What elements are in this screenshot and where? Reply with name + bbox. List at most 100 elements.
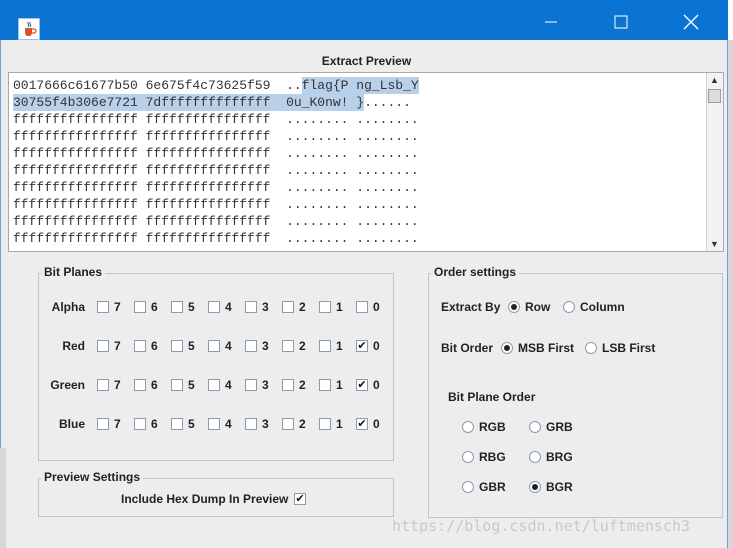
bitplane-checkbox-alpha-4[interactable] xyxy=(208,301,220,313)
extract-by-column-radio[interactable] xyxy=(563,301,575,313)
bitplane-checkbox-blue-1[interactable] xyxy=(319,418,331,430)
preview-ascii: ...... xyxy=(364,95,411,110)
bit-number-label: 0 xyxy=(373,417,380,431)
plane-order-radio-brg[interactable] xyxy=(529,451,541,463)
bitplane-checkbox-alpha-2[interactable] xyxy=(282,301,294,313)
bitplane-checkbox-red-6[interactable] xyxy=(134,340,146,352)
preview-row: 0017666c61677b50 6e675f4c73625f59 ..flag… xyxy=(13,77,419,94)
bitplane-checkbox-blue-3[interactable] xyxy=(245,418,257,430)
bitplane-checkbox-alpha-0[interactable] xyxy=(356,301,368,313)
bitplane-checkbox-alpha-5[interactable] xyxy=(171,301,183,313)
bitplane-checkbox-green-7[interactable] xyxy=(97,379,109,391)
bitplane-checkbox-alpha-6[interactable] xyxy=(134,301,146,313)
order-settings-title: Order settings xyxy=(431,265,520,279)
plane-order-label-bgr: BGR xyxy=(546,480,573,494)
bitplane-checkbox-green-3[interactable] xyxy=(245,379,257,391)
bitplane-checkbox-red-5[interactable] xyxy=(171,340,183,352)
bit-number-label: 4 xyxy=(225,300,232,314)
bit-order-lsb-label: LSB First xyxy=(602,341,656,355)
bit-order-msb-radio[interactable] xyxy=(501,342,513,354)
bitplane-checkbox-blue-4[interactable] xyxy=(208,418,220,430)
channel-label-blue: Blue xyxy=(58,417,85,431)
bit-number-label: 6 xyxy=(151,339,158,353)
bitplane-checkbox-blue-7[interactable] xyxy=(97,418,109,430)
plane-order-label-rbg: RBG xyxy=(479,450,506,464)
bit-number-label: 7 xyxy=(114,417,121,431)
plane-order-label-gbr: GBR xyxy=(479,480,506,494)
bitplane-checkbox-green-6[interactable] xyxy=(134,379,146,391)
bitplane-checkbox-blue-2[interactable] xyxy=(282,418,294,430)
bit-number-label: 5 xyxy=(188,339,195,353)
bit-order-lsb-radio[interactable] xyxy=(585,342,597,354)
bit-order-msb-label: MSB First xyxy=(518,341,575,355)
bitplane-checkbox-red-1[interactable] xyxy=(319,340,331,352)
bitplane-checkbox-alpha-7[interactable] xyxy=(97,301,109,313)
bitplane-checkbox-alpha-3[interactable] xyxy=(245,301,257,313)
preview-row: ffffffffffffffff ffffffffffffffff ......… xyxy=(13,128,419,145)
bitplane-checkbox-red-3[interactable] xyxy=(245,340,257,352)
extract-by-row-radio[interactable] xyxy=(508,301,520,313)
bitplane-checkbox-alpha-1[interactable] xyxy=(319,301,331,313)
plane-order-radio-bgr[interactable] xyxy=(529,481,541,493)
plane-order-radio-grb[interactable] xyxy=(529,421,541,433)
bitplane-checkbox-green-4[interactable] xyxy=(208,379,220,391)
scroll-down-icon[interactable]: ▼ xyxy=(707,237,722,251)
bitplane-checkbox-blue-0[interactable]: ✔ xyxy=(356,418,368,430)
bitplane-checkbox-red-2[interactable] xyxy=(282,340,294,352)
scroll-thumb[interactable] xyxy=(708,89,721,103)
bit-number-label: 0 xyxy=(373,300,380,314)
bit-number-label: 1 xyxy=(336,378,343,392)
watermark: https://blog.csdn.net/luftmensch3 xyxy=(392,517,691,535)
extract-by-label: Extract By xyxy=(441,300,501,314)
preview-hex: 30755f4b306e7721 7dffffffffffffff xyxy=(13,94,271,111)
plane-order-radio-rgb[interactable] xyxy=(462,421,474,433)
maximize-button[interactable] xyxy=(598,8,644,36)
preview-hex: ffffffffffffffff ffffffffffffffff xyxy=(13,146,271,161)
bit-number-label: 1 xyxy=(336,339,343,353)
bit-number-label: 5 xyxy=(188,417,195,431)
extract-by-row-label: Row xyxy=(525,300,551,314)
preview-ascii: ........ ........ xyxy=(286,163,419,178)
bit-number-label: 2 xyxy=(299,378,306,392)
bitplane-checkbox-red-7[interactable] xyxy=(97,340,109,352)
extract-preview-pane[interactable]: 0017666c61677b50 6e675f4c73625f59 ..flag… xyxy=(8,72,724,252)
plane-order-radio-gbr[interactable] xyxy=(462,481,474,493)
bit-number-label: 1 xyxy=(336,417,343,431)
preview-hex: ffffffffffffffff ffffffffffffffff xyxy=(13,180,271,195)
bitplane-checkbox-red-4[interactable] xyxy=(208,340,220,352)
plane-order-label-grb: GRB xyxy=(546,420,573,434)
plane-order-radio-rbg[interactable] xyxy=(462,451,474,463)
preview-settings-title: Preview Settings xyxy=(41,470,144,484)
preview-row: ffffffffffffffff ffffffffffffffff ......… xyxy=(13,179,419,196)
preview-scrollbar[interactable]: ▲ ▼ xyxy=(706,73,723,251)
bitplane-checkbox-green-2[interactable] xyxy=(282,379,294,391)
preview-row: ffffffffffffffff ffffffffffffffff ......… xyxy=(13,230,419,247)
preview-ascii: ........ ........ xyxy=(286,129,419,144)
bit-number-label: 4 xyxy=(225,378,232,392)
bit-number-label: 4 xyxy=(225,417,232,431)
bitplane-checkbox-red-0[interactable]: ✔ xyxy=(356,340,368,352)
bit-number-label: 5 xyxy=(188,300,195,314)
java-cup-icon xyxy=(18,18,40,40)
bit-number-label: 7 xyxy=(114,378,121,392)
bitplane-checkbox-blue-6[interactable] xyxy=(134,418,146,430)
preview-ascii: .. xyxy=(286,78,302,93)
preview-row: ffffffffffffffff ffffffffffffffff ......… xyxy=(13,213,419,230)
bit-number-label: 6 xyxy=(151,417,158,431)
bitplane-checkbox-blue-5[interactable] xyxy=(171,418,183,430)
plane-order-label-brg: BRG xyxy=(546,450,573,464)
close-button[interactable] xyxy=(668,8,714,36)
bit-number-label: 6 xyxy=(151,378,158,392)
preview-hex: 0017666c61677b50 6e675f4c73625f59 xyxy=(13,78,271,93)
bit-plane-order-label: Bit Plane Order xyxy=(448,390,536,404)
hex-dump-checkbox[interactable]: ✔ xyxy=(294,493,306,505)
bitplane-checkbox-green-1[interactable] xyxy=(319,379,331,391)
extract-by-column-label: Column xyxy=(580,300,625,314)
bitplane-checkbox-green-0[interactable]: ✔ xyxy=(356,379,368,391)
preview-row: ffffffffffffffff ffffffffffffffff ......… xyxy=(13,196,419,213)
minimize-button[interactable] xyxy=(528,8,574,36)
scroll-up-icon[interactable]: ▲ xyxy=(707,73,722,87)
bitplane-checkbox-green-5[interactable] xyxy=(171,379,183,391)
hex-dump-label: Include Hex Dump In Preview xyxy=(121,492,289,506)
preview-ascii: ........ ........ xyxy=(286,146,419,161)
